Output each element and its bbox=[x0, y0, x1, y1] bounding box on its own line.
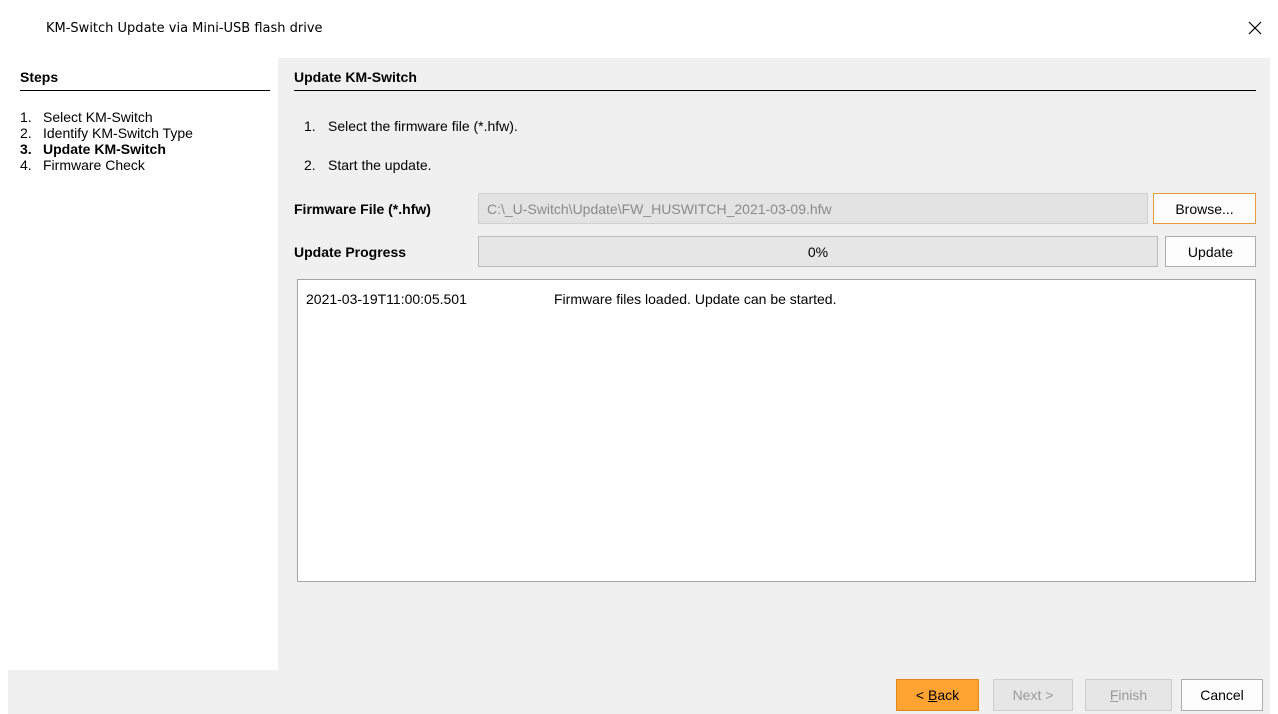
log-entry: 2021-03-19T11:00:05.501 Firmware files lo… bbox=[306, 291, 836, 307]
instruction-2: 2. Start the update. bbox=[304, 157, 432, 173]
log-timestamp: 2021-03-19T11:00:05.501 bbox=[306, 291, 467, 307]
step-number: 4. bbox=[20, 157, 32, 173]
step-label: Update KM-Switch bbox=[43, 141, 166, 157]
button-bar bbox=[8, 670, 1270, 714]
close-icon bbox=[1248, 21, 1262, 35]
instruction-number: 2. bbox=[304, 157, 316, 173]
finish-rest: inish bbox=[1118, 687, 1148, 703]
back-button[interactable]: < Back bbox=[896, 679, 979, 711]
firmware-file-field[interactable]: C:\_U-Switch\Update\FW_HUSWITCH_2021-03-… bbox=[478, 193, 1148, 224]
instruction-number: 1. bbox=[304, 118, 316, 134]
step-label: Identify KM-Switch Type bbox=[43, 125, 193, 141]
window-title: KM-Switch Update via Mini-USB flash driv… bbox=[46, 21, 323, 36]
back-mnemonic: B bbox=[927, 687, 938, 703]
step-item-4: 4. Firmware Check bbox=[20, 157, 193, 173]
firmware-file-label: Firmware File (*.hfw) bbox=[294, 201, 431, 217]
update-progress-label: Update Progress bbox=[294, 244, 407, 260]
step-number: 1. bbox=[20, 109, 32, 125]
step-label: Select KM-Switch bbox=[43, 109, 153, 125]
instruction-text: Start the update. bbox=[328, 157, 432, 173]
step-item-2: 2. Identify KM-Switch Type bbox=[20, 125, 193, 141]
section-header: Update KM-Switch bbox=[294, 69, 1256, 91]
step-number: 3. bbox=[20, 141, 32, 157]
step-item-3: 3. Update KM-Switch bbox=[20, 141, 193, 157]
update-button[interactable]: Update bbox=[1165, 236, 1256, 267]
title-bar: KM-Switch Update via Mini-USB flash driv… bbox=[0, 0, 1278, 58]
step-number: 2. bbox=[20, 125, 32, 141]
step-item-1: 1. Select KM-Switch bbox=[20, 109, 193, 125]
steps-panel: Steps 1. Select KM-Switch 2. Identify KM-S… bbox=[8, 58, 278, 670]
update-progress-bar: 0% bbox=[478, 236, 1158, 267]
steps-header: Steps bbox=[20, 69, 270, 91]
close-button[interactable] bbox=[1232, 10, 1278, 46]
log-area[interactable]: 2021-03-19T11:00:05.501 Firmware files lo… bbox=[297, 279, 1256, 582]
instruction-text: Select the firmware file (*.hfw). bbox=[328, 118, 518, 134]
browse-button[interactable]: Browse... bbox=[1153, 193, 1256, 224]
cancel-button[interactable]: Cancel bbox=[1181, 679, 1263, 711]
back-prefix: < bbox=[915, 687, 928, 703]
next-button[interactable]: Next > bbox=[993, 679, 1073, 711]
step-label: Firmware Check bbox=[43, 157, 145, 173]
finish-button[interactable]: Finish bbox=[1085, 679, 1172, 711]
back-rest: ack bbox=[937, 687, 960, 703]
log-message: Firmware files loaded. Update can be sta… bbox=[554, 291, 837, 307]
finish-mnemonic: F bbox=[1109, 687, 1119, 703]
instruction-1: 1. Select the firmware file (*.hfw). bbox=[304, 118, 518, 134]
progress-text: 0% bbox=[807, 243, 829, 260]
steps-list: 1. Select KM-Switch 2. Identify KM-Switch … bbox=[20, 109, 193, 173]
